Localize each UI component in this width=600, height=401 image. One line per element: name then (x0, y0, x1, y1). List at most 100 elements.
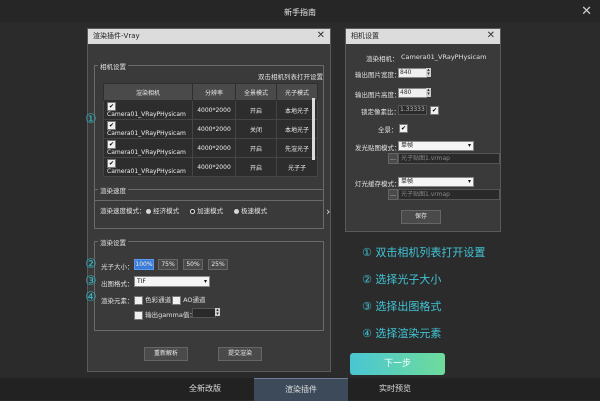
submit-render-button[interactable]: 提交渲染 (218, 347, 262, 361)
speed-option-accelerated[interactable]: 加速模式 (190, 205, 223, 215)
photon-map-file-input[interactable]: 光子贴图1.vrmap (398, 153, 500, 164)
color-channel-option[interactable]: 色彩通道 (134, 294, 171, 305)
render-camera-label: 渲染相机： (366, 55, 399, 63)
output-width-label: 输出图片宽度： (355, 71, 401, 79)
row-checkbox[interactable]: ✔ (107, 140, 116, 149)
pixel-ratio-value: 1.33333 (400, 106, 425, 113)
tab-live-preview[interactable]: 实时预览 (350, 378, 440, 400)
camera-cell[interactable]: ✔ Camera01_VRayPHysicam (103, 119, 193, 139)
speed-option-extreme[interactable]: 极速模式 (234, 205, 267, 215)
expand-arrow-icon[interactable]: › (326, 205, 330, 218)
panorama-cell: 开启 (235, 138, 277, 158)
width-stepper[interactable]: ▴ ▾ (426, 68, 431, 77)
vray-dialog: 渲染插件-Vray ✕ 相机设置 双击相机列表打开设置 渲染相机 分辨率 全景模… (85, 28, 331, 372)
app-close-icon[interactable]: ✕ (581, 4, 592, 19)
column-header-camera[interactable]: 渲染相机 (103, 83, 193, 101)
panorama-cell: 开启 (235, 100, 277, 120)
ao-channel-label: AO通道 (183, 296, 206, 304)
panorama-label: 全景： (378, 126, 398, 134)
radio-icon[interactable] (234, 208, 239, 214)
speed-option-economy[interactable]: 经济模式 (146, 205, 179, 215)
table-scrollbar[interactable] (312, 98, 315, 160)
step-text: 选择出图格式 (375, 300, 442, 313)
camera-list-hint: 双击相机列表打开设置 (258, 73, 323, 81)
step-number: ② (362, 273, 372, 286)
camera-dialog-title: 相机设置 (346, 29, 500, 44)
table-row[interactable]: ✔ Camera01_VRayPHysicam 4000*2000 开启 光子子 (103, 157, 318, 177)
output-format-label: 出图格式： (101, 280, 134, 288)
photon-cell: 光子子 (276, 157, 318, 177)
camera-cell[interactable]: ✔ Camera01_VRayPHysicam (103, 100, 193, 120)
camera-dialog-close-icon[interactable]: ✕ (487, 30, 495, 41)
ao-channel-option[interactable]: AO通道 (172, 294, 206, 305)
step-number: ④ (362, 327, 372, 340)
next-button[interactable]: 下一步 (350, 353, 445, 375)
render-camera-value: Camera01_VRayPHysicam (401, 53, 487, 61)
reparse-button[interactable]: 重新解析 (144, 347, 188, 361)
step-marker-2: ② (85, 257, 97, 272)
step-marker-3: ③ (85, 274, 97, 289)
light-cache-file-value: 光子贴图1.vrmap (401, 191, 450, 198)
column-header-resolution[interactable]: 分辨率 (192, 83, 236, 101)
output-format-select[interactable]: TIF ▾ (134, 276, 210, 287)
photon-size-50[interactable]: 50% (183, 259, 203, 270)
photon-size-75[interactable]: 75% (158, 259, 178, 270)
step-marker-4: ④ (85, 290, 97, 305)
photon-size-100[interactable]: 100% (134, 259, 154, 270)
output-height-value: 480 (400, 89, 412, 96)
step-3: ③ 选择出图格式 (362, 298, 441, 314)
speed-option-label: 经济模式 (153, 207, 180, 215)
table-row[interactable]: ✔ Camera01_VRayPHysicam 4000*2000 开启 先渲光… (103, 138, 318, 158)
camera-name: Camera01_VRayPHysicam (107, 149, 186, 156)
output-height-label: 输出图片高度： (355, 91, 401, 99)
camera-name: Camera01_VRayPHysicam (107, 168, 186, 175)
output-width-input[interactable]: 840 (398, 68, 427, 78)
camera-dialog: 相机设置 ✕ 渲染相机： Camera01_VRayPHysicam 输出图片宽… (345, 28, 501, 232)
table-row[interactable]: ✔ Camera01_VRayPHysicam 4000*2000 关闭 本地光… (103, 119, 318, 139)
row-checkbox[interactable]: ✔ (107, 102, 116, 111)
light-cache-file-input[interactable]: 光子贴图1.vrmap (398, 189, 500, 200)
camera-name: Camera01_VRayPHysicam (107, 130, 186, 137)
light-cache-browse-button[interactable]: ... (388, 189, 398, 200)
light-cache-mode-select[interactable]: 单帧 ▾ (398, 177, 474, 187)
step-number: ③ (362, 300, 372, 313)
render-speed-label: 渲染速度 (98, 185, 128, 195)
column-header-panorama[interactable]: 全景模式 (235, 83, 277, 101)
chevron-down-icon: ▾ (467, 178, 471, 185)
render-elements-label: 渲染元素： (101, 297, 134, 305)
checkbox-icon[interactable] (134, 295, 143, 305)
output-width-value: 840 (400, 69, 412, 76)
panorama-cell: 关闭 (235, 119, 277, 139)
gamma-option[interactable]: 输出gamma值： (134, 309, 196, 320)
checkbox-icon[interactable] (134, 310, 143, 320)
tab-render-plugin[interactable]: 渲染插件 (254, 378, 348, 401)
vray-dialog-close-icon[interactable]: ✕ (317, 30, 325, 41)
vray-dialog-title: 渲染插件-Vray (88, 29, 330, 44)
step-2: ② 选择光子大小 (362, 271, 441, 287)
pixel-ratio-label: 锁定像素比： (361, 108, 400, 116)
panorama-cell: 开启 (235, 157, 277, 177)
output-height-input[interactable]: 480 (398, 88, 427, 98)
row-checkbox[interactable]: ✔ (107, 159, 116, 168)
photon-map-browse-button[interactable]: ... (388, 153, 398, 164)
photon-map-file-value: 光子贴图1.vrmap (401, 155, 450, 162)
tab-new-version[interactable]: 全新改版 (160, 378, 250, 400)
gamma-input[interactable] (192, 308, 216, 318)
gamma-stepper[interactable]: ▴ ▾ (215, 308, 220, 317)
radio-icon[interactable] (146, 208, 151, 214)
height-stepper[interactable]: ▴ ▾ (426, 88, 431, 97)
save-button[interactable]: 保存 (401, 210, 441, 224)
speed-option-label: 极速模式 (241, 207, 268, 215)
radio-selected-icon[interactable] (190, 208, 195, 214)
panorama-checkbox[interactable]: ✔ (399, 124, 408, 133)
lock-ratio-checkbox[interactable]: ✔ (430, 106, 439, 115)
photon-map-mode-select[interactable]: 单帧 ▾ (398, 141, 474, 151)
camera-cell[interactable]: ✔ Camera01_VRayPHysicam (103, 138, 193, 158)
step-4: ④ 选择渲染元素 (362, 325, 441, 341)
camera-cell[interactable]: ✔ Camera01_VRayPHysicam (103, 157, 193, 177)
row-checkbox[interactable]: ✔ (107, 121, 116, 130)
table-row[interactable]: ✔ Camera01_VRayPHysicam 4000*2000 开启 本地光… (103, 100, 318, 120)
photon-size-25[interactable]: 25% (208, 259, 228, 270)
checkbox-icon[interactable] (172, 295, 181, 305)
pixel-ratio-input[interactable]: 1.33333 (398, 105, 427, 115)
